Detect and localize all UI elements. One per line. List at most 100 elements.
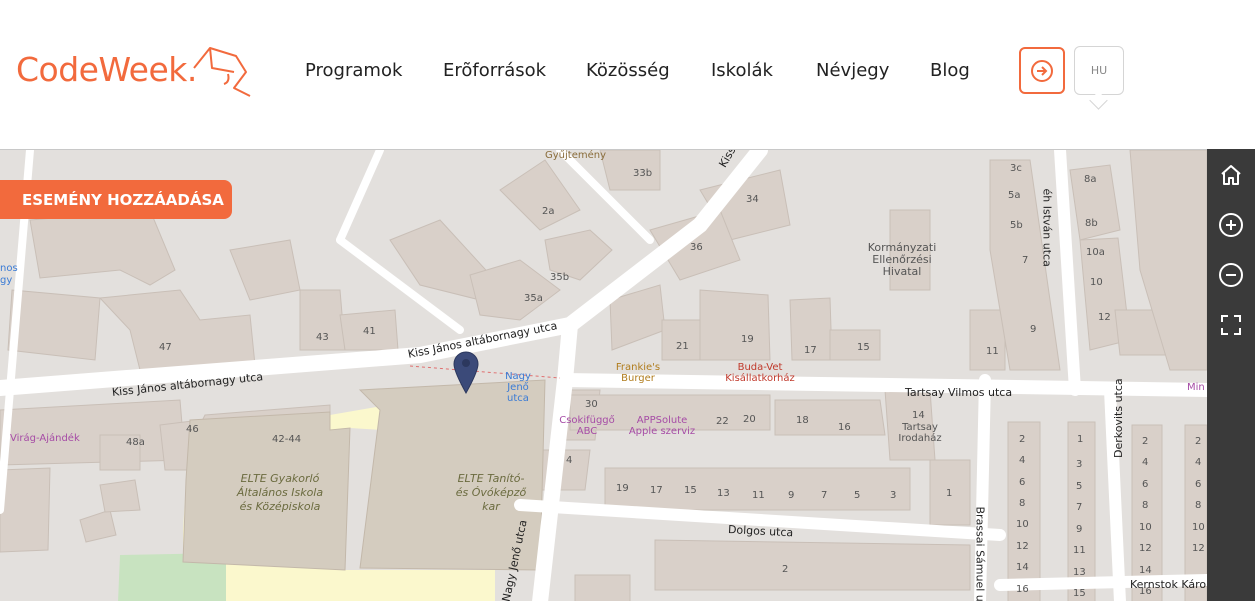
map-home-button[interactable]	[1217, 161, 1245, 189]
place-virag: Virág-Ajándék	[10, 433, 80, 444]
house-number: 10	[1016, 519, 1029, 530]
house-number: 1	[946, 488, 953, 499]
house-number: 12	[1098, 312, 1111, 323]
house-number: 4	[1142, 457, 1149, 468]
login-arrow-icon	[1031, 59, 1053, 82]
street-tartsay: Tartsay Vilmos utca	[905, 386, 1013, 399]
house-number: 8	[1142, 500, 1149, 511]
site-header: CodeWeek. Programok Erõforrások Közösség…	[0, 0, 1255, 149]
house-number: 35b	[550, 272, 570, 283]
house-number: 36	[690, 242, 703, 253]
house-number: 2	[1195, 436, 1202, 447]
house-number: 12	[1192, 543, 1205, 554]
house-number: 15	[684, 485, 697, 496]
house-number: 30	[585, 399, 598, 410]
house-number: 5a	[1008, 190, 1021, 201]
place-frankies: Frankie's Burger	[615, 362, 661, 384]
house-number: 35a	[524, 293, 543, 304]
house-number: 17	[650, 485, 663, 496]
house-number: 3c	[1010, 163, 1022, 174]
house-number: 16	[838, 422, 851, 433]
house-number: 47	[159, 342, 172, 353]
fullscreen-icon	[1221, 315, 1241, 335]
house-number: 16	[1016, 584, 1029, 595]
house-number: 34	[746, 194, 759, 205]
logo-mark-icon	[193, 47, 251, 97]
street-istvan: éh István utca	[1040, 188, 1054, 267]
house-number: 43	[316, 332, 329, 343]
logo-text: CodeWeek.	[16, 50, 197, 89]
house-number: 6	[1142, 479, 1149, 490]
zoom-out-button[interactable]	[1217, 261, 1245, 289]
house-number: 7	[1022, 255, 1029, 266]
house-number: 8	[1019, 498, 1026, 509]
house-number: 3	[1076, 459, 1083, 470]
place-csokifuggo: Csokifüggő ABC	[559, 415, 615, 437]
house-number: 11	[752, 490, 765, 501]
house-number: 14	[912, 410, 925, 421]
house-number: 2	[1142, 436, 1149, 447]
street-derkovits: Derkovits utca	[1112, 378, 1125, 458]
place-appsolute: APPSolute Apple szerviz	[628, 415, 696, 437]
nav-item-iskolak[interactable]: Iskolák	[711, 60, 773, 81]
house-number: 9	[788, 490, 795, 501]
map-toolbar	[1207, 149, 1255, 601]
house-number: 10a	[1086, 247, 1105, 258]
house-number: 33b	[633, 168, 653, 179]
zoom-in-icon	[1219, 213, 1243, 237]
place-gyujtemeny: Gyűjtemény	[545, 150, 607, 161]
campus-elte-gyakorlo: ELTE Gyakorló Általános Iskola és Középi…	[236, 472, 324, 513]
add-event-button[interactable]: ESEMÉNY HOZZÁADÁSA	[0, 180, 232, 219]
house-number: 1	[1077, 434, 1084, 445]
nav-item-eroforrasok[interactable]: Erõforrások	[443, 60, 546, 81]
nav-item-nevjegy[interactable]: Névjegy	[816, 60, 889, 81]
campus-elte-tanito: ELTE Tanító- és Óvóképző kar	[455, 472, 527, 513]
house-number: 10	[1192, 522, 1205, 533]
zoom-out-icon	[1219, 263, 1243, 287]
place-tartsay-irodahaz: Tartsay Irodaház	[898, 422, 942, 444]
place-left-gy: gy	[0, 275, 13, 286]
fullscreen-button[interactable]	[1217, 311, 1245, 339]
zoom-in-button[interactable]	[1217, 211, 1245, 239]
house-number: 13	[717, 488, 730, 499]
nav-item-programok[interactable]: Programok	[305, 60, 402, 81]
house-number: 12	[1016, 541, 1029, 552]
house-number: 2a	[542, 206, 555, 217]
house-number: 9	[1076, 524, 1083, 535]
house-number: 8b	[1085, 218, 1098, 229]
house-number: 10	[1090, 277, 1103, 288]
house-number: 4	[566, 455, 573, 466]
house-number: 9	[1030, 324, 1037, 335]
house-number: 5	[1076, 481, 1083, 492]
nav-item-blog[interactable]: Blog	[930, 60, 970, 81]
house-number: 11	[986, 346, 999, 357]
house-number: 19	[741, 334, 754, 345]
house-number: 15	[1073, 588, 1086, 599]
house-number: 4	[1019, 455, 1026, 466]
language-selector[interactable]: HU	[1074, 46, 1124, 95]
house-number: 48a	[126, 437, 145, 448]
house-number: 15	[857, 342, 870, 353]
house-number: 21	[676, 341, 689, 352]
street-brassai: Brassai Sámuel utca	[973, 506, 987, 603]
house-number: 6	[1019, 477, 1026, 488]
house-number: 7	[1076, 502, 1083, 513]
nav-item-kozosseg[interactable]: Közösség	[586, 60, 670, 81]
house-number: 2	[1019, 434, 1026, 445]
house-number: 22	[716, 416, 729, 427]
house-number: 14	[1016, 562, 1029, 573]
page-bottom	[0, 601, 1255, 614]
house-number: 2	[782, 564, 789, 575]
house-number: 18	[796, 415, 809, 426]
house-number: 5b	[1010, 220, 1023, 231]
house-number: 3	[890, 490, 897, 501]
house-number: 8	[1195, 500, 1202, 511]
house-number: 6	[1195, 479, 1202, 490]
login-button[interactable]	[1019, 47, 1065, 94]
house-number: 12	[1139, 543, 1152, 554]
house-number: 17	[804, 345, 817, 356]
house-number: 14	[1139, 565, 1152, 576]
codeweek-logo[interactable]: CodeWeek.	[16, 44, 266, 100]
house-number: 10	[1139, 522, 1152, 533]
house-number: 5	[854, 490, 861, 501]
